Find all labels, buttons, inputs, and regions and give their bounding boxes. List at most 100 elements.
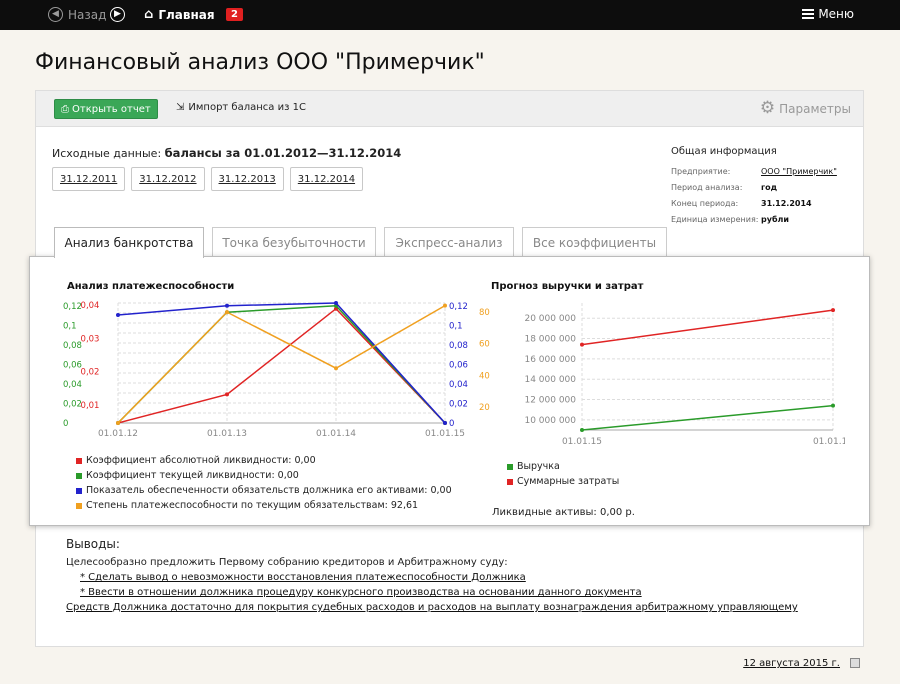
back-label: Назад [68, 7, 107, 22]
params-label: Параметры [779, 101, 851, 116]
legend-swatch [76, 502, 82, 509]
y-tick-label: 14 000 000 [524, 375, 576, 385]
calendar-icon[interactable] [850, 658, 860, 668]
data-point [116, 421, 120, 425]
y-tick-label: 0,02 [63, 400, 82, 410]
y-tick-label: 0,1 [449, 322, 463, 332]
legend-label: Коэффициент текущей ликвидности: 0,00 [86, 470, 299, 481]
legend-item: Коэффициент абсолютной ликвидности: 0,00 [76, 453, 452, 468]
conclusion-footer-link[interactable]: Средств Должника достаточно для покрытия… [66, 600, 798, 615]
y-tick-label: 0,01 [81, 401, 100, 411]
page-title: Финансовый анализ ООО "Примерчик" [35, 50, 485, 75]
info-value: год [761, 182, 778, 192]
footer-date[interactable]: 12 августа 2015 г. [743, 658, 840, 669]
date-button[interactable]: 31.12.2013 [210, 167, 284, 191]
info-row: Период анализа: год [671, 179, 856, 195]
y-tick-label: 0 [449, 419, 454, 429]
date-buttons: 31.12.2011 31.12.2012 31.12.2013 31.12.2… [52, 167, 364, 191]
open-report-button[interactable]: ⎙ Открыть отчет [54, 99, 158, 119]
general-info: Общая информация Предприятие: ООО "Приме… [671, 146, 856, 227]
source-data: Исходные данные: балансы за 01.01.2012—3… [52, 146, 401, 160]
y-tick-label: 18 000 000 [524, 335, 576, 345]
y-tick-label: 0,12 [449, 302, 468, 312]
y-tick-label: 0,02 [81, 368, 100, 378]
date-button[interactable]: 31.12.2011 [52, 167, 126, 191]
info-key: Единица измерения: [671, 214, 759, 224]
charts-panel: Анализ платежеспособности 0 0,02 0,04 0,06 0… [29, 256, 870, 526]
import-label: Импорт баланса из 1С [188, 102, 306, 113]
info-key: Конец периода: [671, 198, 739, 208]
data-point [443, 421, 447, 425]
legend-swatch [507, 478, 513, 485]
data-point [225, 310, 229, 315]
data-point [580, 428, 584, 432]
info-row: Конец периода: 31.12.2014 [671, 195, 856, 211]
data-point [225, 303, 229, 308]
tab-all-ratios[interactable]: Все коэффициенты [522, 227, 667, 257]
forecast-chart-title: Прогноз выручки и затрат [491, 281, 644, 292]
series-line [581, 404, 834, 431]
home-label: Главная [158, 7, 215, 22]
data-point [116, 313, 120, 317]
x-tick-label: 01.01.13 [207, 429, 247, 439]
hamburger-icon [802, 9, 815, 19]
y-tick-label: 0,08 [63, 341, 82, 351]
general-info-title: Общая информация [671, 146, 777, 157]
import-balance-button[interactable]: ⇲ Импорт баланса из 1С [176, 102, 306, 113]
data-point [443, 303, 447, 308]
series-line [117, 307, 446, 424]
solvency-chart-title: Анализ платежеспособности [67, 281, 235, 292]
y-tick-label: 0,06 [63, 361, 82, 371]
y-tick-label: 0,1 [63, 322, 77, 332]
y-tick-label: 0 [63, 419, 68, 429]
data-point [225, 392, 229, 397]
legend-label: Суммарные затраты [517, 476, 620, 487]
forward-button[interactable]: ▶ [110, 7, 125, 22]
printer-icon: ⎙ [61, 103, 69, 115]
series-line [581, 309, 834, 346]
legend-item: Коэффициент текущей ликвидности: 0,00 [76, 468, 452, 483]
y-tick-label: 0,06 [449, 361, 468, 371]
x-tick-label: 01.01.15 [562, 437, 602, 447]
home-link[interactable]: ⌂ Главная [144, 7, 215, 22]
legend-item: Выручка [507, 459, 619, 474]
legend-item: Суммарные затраты [507, 474, 619, 489]
data-point [334, 366, 338, 371]
date-button[interactable]: 31.12.2012 [131, 167, 205, 191]
menu-label: Меню [818, 7, 854, 21]
tab-express[interactable]: Экспресс-анализ [384, 227, 514, 257]
arrow-left-icon: ◀ [48, 7, 63, 22]
arrow-right-icon: ▶ [110, 7, 125, 22]
conclusions: Выводы: Целесообразно предложить Первому… [66, 537, 798, 615]
company-link[interactable]: ООО "Примерчик" [761, 167, 837, 176]
legend-label: Коэффициент абсолютной ликвидности: 0,00 [86, 455, 316, 466]
import-icon: ⇲ [176, 102, 185, 113]
date-button[interactable]: 31.12.2014 [289, 167, 364, 191]
legend-swatch [76, 472, 82, 479]
tab-breakeven[interactable]: Точка безубыточности [212, 227, 376, 257]
y-tick-label: 10 000 000 [524, 416, 576, 426]
legend-label: Степень платежеспособности по текущим об… [86, 500, 419, 511]
data-point [580, 342, 584, 347]
legend-item: Показатель обеспеченности обязательств д… [76, 483, 452, 498]
solvency-legend: Коэффициент абсолютной ликвидности: 0,00… [76, 453, 452, 513]
info-key: Период анализа: [671, 182, 743, 192]
notification-badge[interactable]: 2 [226, 8, 243, 21]
source-value: балансы за 01.01.2012—31.12.2014 [164, 146, 402, 160]
data-point [831, 403, 835, 408]
y-tick-label: 0,04 [63, 380, 82, 390]
legend-swatch [507, 463, 513, 470]
y-tick-label: 0,12 [63, 302, 82, 312]
menu-button[interactable]: Меню [802, 7, 854, 21]
tab-bankruptcy[interactable]: Анализ банкротства [54, 227, 204, 258]
x-tick-label: 01.01.15 [425, 429, 465, 439]
params-button[interactable]: ⚙ Параметры [760, 100, 851, 117]
x-tick-label: 01.01.16 [813, 437, 845, 447]
back-button[interactable]: ◀ Назад [48, 7, 106, 22]
info-row: Предприятие: ООО "Примерчик" [671, 163, 856, 179]
conclusion-link[interactable]: * Сделать вывод о невозможности восстано… [66, 570, 798, 585]
info-row: Единица измерения: рубли [671, 211, 856, 227]
gear-icon: ⚙ [759, 98, 776, 118]
conclusion-link[interactable]: * Ввести в отношении должника процедуру … [66, 585, 798, 600]
data-point [334, 301, 338, 305]
